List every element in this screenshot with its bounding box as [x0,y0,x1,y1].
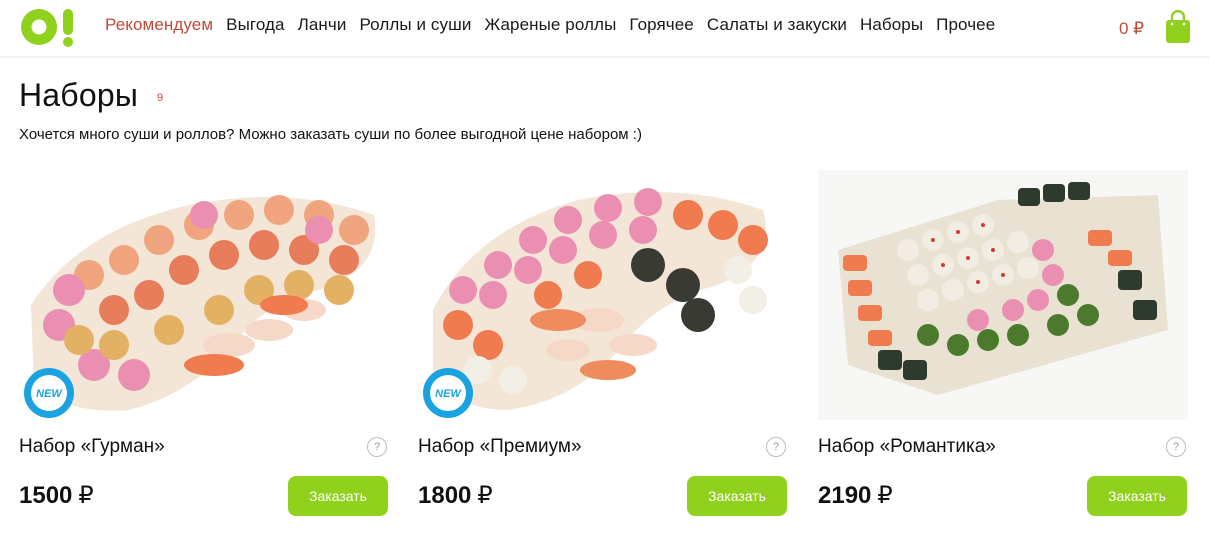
product-card[interactable]: NEW Набор «Гурман» ? 1500 ₽ Заказать [19,170,389,530]
nav-item-benefit[interactable]: Выгода [226,15,284,35]
cart-total[interactable]: 0 ₽ [1119,19,1144,39]
product-price: 1500 ₽ [19,481,94,510]
order-button[interactable]: Заказать [288,476,388,516]
nav-item-hot[interactable]: Горячее [629,15,693,35]
product-name: Набор «Гурман» [19,436,165,457]
logo-icon[interactable] [19,6,77,48]
product-image[interactable] [818,170,1188,420]
new-badge-text: NEW [36,388,63,400]
nav-item-fried-rolls[interactable]: Жареные роллы [484,15,616,35]
help-icon[interactable]: ? [766,437,786,457]
title-count: 9 [157,92,164,104]
product-name: Набор «Премиум» [418,436,582,457]
page-title: Наборы [19,77,139,113]
price-currency: ₽ [78,482,94,509]
new-badge-text: NEW [435,388,462,400]
price-currency: ₽ [877,482,893,509]
help-icon[interactable]: ? [367,437,387,457]
nav-item-other[interactable]: Прочее [936,15,995,35]
price-value: 1500 [19,482,73,509]
order-button[interactable]: Заказать [687,476,787,516]
shopping-bag-icon[interactable] [1165,10,1191,44]
help-icon[interactable]: ? [1166,437,1186,457]
nav-item-recommended[interactable]: Рекомендуем [105,15,213,35]
order-button[interactable]: Заказать [1087,476,1187,516]
price-currency: ₽ [477,482,493,509]
nav-item-salads[interactable]: Салаты и закуски [707,15,847,35]
price-value: 2190 [818,482,872,509]
product-card[interactable]: Набор «Романтика» ? 2190 ₽ Заказать [818,170,1188,530]
product-name: Набор «Романтика» [818,436,996,457]
nav-item-sets[interactable]: Наборы [860,15,923,35]
product-card[interactable]: NEW Набор «Премиум» ? 1800 ₽ Заказать [418,170,788,530]
product-price: 1800 ₽ [418,481,493,510]
price-value: 1800 [418,482,472,509]
top-header: Рекомендуем Выгода Ланчи Роллы и суши Жа… [0,0,1210,56]
page-subtitle: Хочется много суши и роллов? Можно заказ… [19,126,642,143]
new-badge-icon: NEW [24,368,74,418]
nav-item-lunches[interactable]: Ланчи [298,15,347,35]
product-price: 2190 ₽ [818,481,893,510]
new-badge-icon: NEW [423,368,473,418]
nav-item-rolls-sushi[interactable]: Роллы и суши [359,15,471,35]
category-nav: Рекомендуем Выгода Ланчи Роллы и суши Жа… [105,15,995,35]
